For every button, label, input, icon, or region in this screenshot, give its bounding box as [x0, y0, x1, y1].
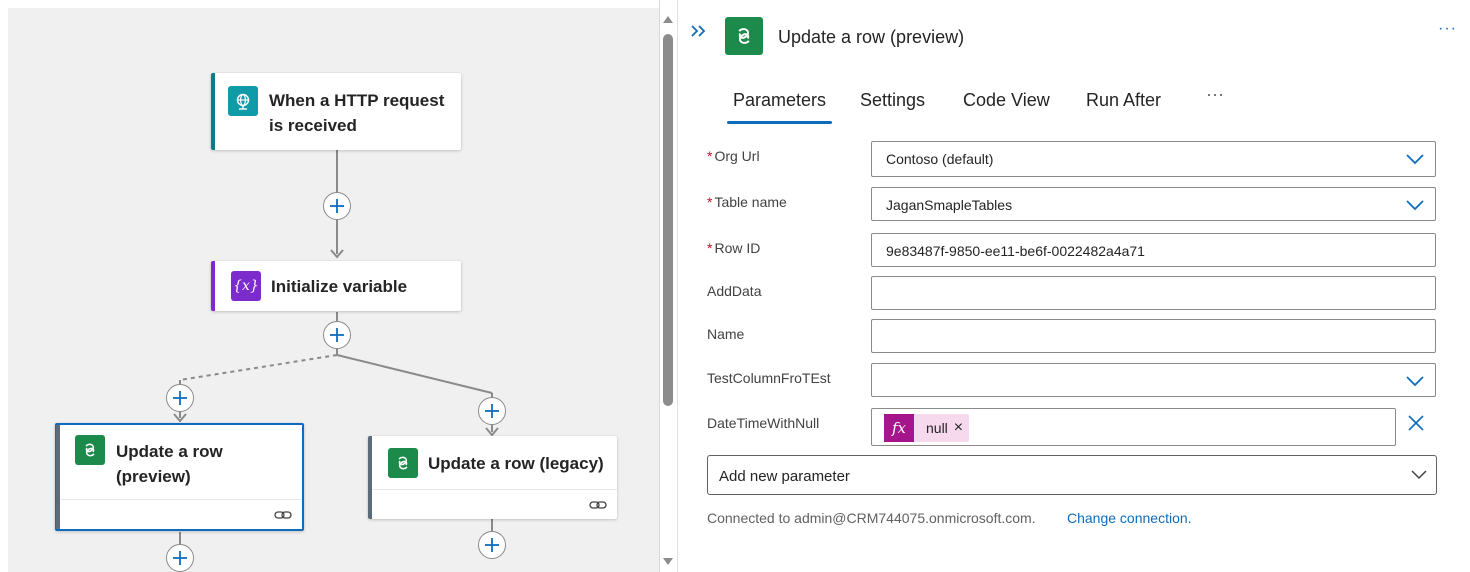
workflow-canvas[interactable]: When a HTTP request is received {x} Init… — [0, 0, 660, 572]
node-title-line-2: is received — [269, 116, 357, 135]
plus-icon — [485, 404, 499, 418]
fx-icon: fx — [884, 414, 914, 442]
collapse-panel-chevron-icon[interactable] — [688, 22, 710, 40]
field-value: JaganSmapleTables — [886, 197, 1013, 213]
scrollbar-thumb[interactable] — [663, 34, 673, 406]
scroll-down-arrow-icon[interactable] — [663, 558, 673, 565]
add-branch-step-button[interactable] — [166, 384, 194, 412]
panel-more-options-button[interactable]: ··· — [1438, 20, 1457, 38]
node-http-trigger[interactable]: When a HTTP request is received — [211, 73, 461, 150]
node-update-row-legacy[interactable]: Update a row (legacy) — [368, 436, 617, 519]
node-initialize-variable[interactable]: {x} Initialize variable — [211, 261, 461, 311]
node-title: Update a row (preview) — [116, 439, 223, 489]
panel-title[interactable]: Update a row (preview) — [778, 27, 964, 48]
label-text: Table name — [714, 194, 787, 210]
node-footer — [372, 489, 617, 519]
app-root: When a HTTP request is received {x} Init… — [0, 0, 1470, 572]
node-accent — [211, 261, 215, 311]
table-name-dropdown[interactable]: JaganSmapleTables — [871, 187, 1436, 221]
node-update-row-preview[interactable]: Update a row (preview) — [55, 423, 304, 531]
node-footer — [61, 499, 302, 529]
scroll-up-arrow-icon[interactable] — [663, 16, 673, 23]
node-title-line-2: (preview) — [116, 467, 191, 486]
change-connection-link[interactable]: Change connection. — [1067, 510, 1192, 526]
node-title: Update a row (legacy) — [428, 454, 604, 473]
connection-status-text: Connected to admin@CRM744075.onmicrosoft… — [707, 510, 1036, 526]
org-url-dropdown[interactable]: Contoso (default) — [871, 141, 1436, 177]
plus-icon — [173, 551, 187, 565]
variable-icon: {x} — [231, 271, 261, 301]
date-time-label: DateTimeWithNull — [707, 415, 820, 431]
test-column-label: TestColumnFroTEst — [707, 370, 831, 386]
chevron-down-icon[interactable] — [1405, 198, 1425, 212]
node-title: When a HTTP request is received — [269, 88, 444, 138]
field-value: 9e83487f-9850-ee11-be6f-0022482a4a71 — [886, 243, 1145, 259]
tabs-more-button[interactable]: ··· — [1206, 84, 1224, 105]
add-step-button[interactable] — [323, 192, 351, 220]
connection-link-icon[interactable] — [274, 507, 292, 523]
required-marker: * — [707, 240, 713, 256]
org-url-label: * Org Url — [707, 148, 760, 164]
tab-code-view[interactable]: Code View — [963, 90, 1050, 111]
node-accent — [56, 425, 60, 529]
remove-token-button[interactable]: × — [954, 419, 969, 437]
name-label: Name — [707, 326, 745, 342]
chevron-down-icon[interactable] — [1405, 152, 1425, 166]
name-input[interactable] — [871, 319, 1436, 353]
tab-settings[interactable]: Settings — [860, 90, 925, 111]
node-accent — [211, 73, 215, 150]
add-parameter-label: Add new parameter — [719, 468, 850, 485]
table-name-label: * Table name — [707, 194, 787, 210]
chevron-down-icon — [1411, 470, 1427, 480]
chevron-down-icon[interactable] — [1405, 374, 1425, 388]
add-branch-step-button[interactable] — [478, 397, 506, 425]
add-step-button[interactable] — [478, 531, 506, 559]
add-step-button[interactable] — [323, 321, 351, 349]
plus-icon — [330, 199, 344, 213]
canvas-scrollbar[interactable] — [660, 0, 676, 572]
node-title-line-1: Update a row — [116, 442, 223, 461]
label-text: Org Url — [714, 148, 760, 164]
tab-parameters[interactable]: Parameters — [726, 90, 833, 124]
expression-token[interactable]: fx null × — [884, 414, 970, 442]
plus-icon — [330, 328, 344, 342]
dataverse-icon — [725, 17, 763, 55]
dataverse-icon — [388, 448, 418, 478]
plus-icon — [173, 391, 187, 405]
token-value: null — [926, 420, 948, 436]
clear-parameter-icon[interactable] — [1406, 413, 1426, 433]
required-marker: * — [707, 194, 713, 210]
plus-icon — [485, 538, 499, 552]
connection-link-icon[interactable] — [589, 497, 607, 513]
tab-run-after[interactable]: Run After — [1086, 90, 1161, 111]
add-new-parameter-dropdown[interactable]: Add new parameter — [707, 455, 1437, 495]
date-time-input[interactable]: fx null × — [871, 408, 1396, 446]
node-title: Initialize variable — [271, 277, 408, 296]
add-step-button[interactable] — [166, 544, 194, 572]
add-data-input[interactable] — [871, 276, 1436, 310]
required-marker: * — [707, 148, 713, 164]
test-column-dropdown[interactable] — [871, 363, 1436, 397]
dataverse-icon — [75, 435, 105, 465]
row-id-input[interactable]: 9e83487f-9850-ee11-be6f-0022482a4a71 — [871, 233, 1436, 267]
globe-request-icon — [228, 86, 258, 116]
row-id-label: * Row ID — [707, 240, 760, 256]
add-data-label: AddData — [707, 283, 762, 299]
field-value: Contoso (default) — [886, 151, 994, 167]
label-text: Row ID — [714, 240, 761, 256]
details-panel: Update a row (preview) ··· Parameters Se… — [678, 0, 1470, 572]
node-title-line-1: When a HTTP request — [269, 91, 445, 110]
